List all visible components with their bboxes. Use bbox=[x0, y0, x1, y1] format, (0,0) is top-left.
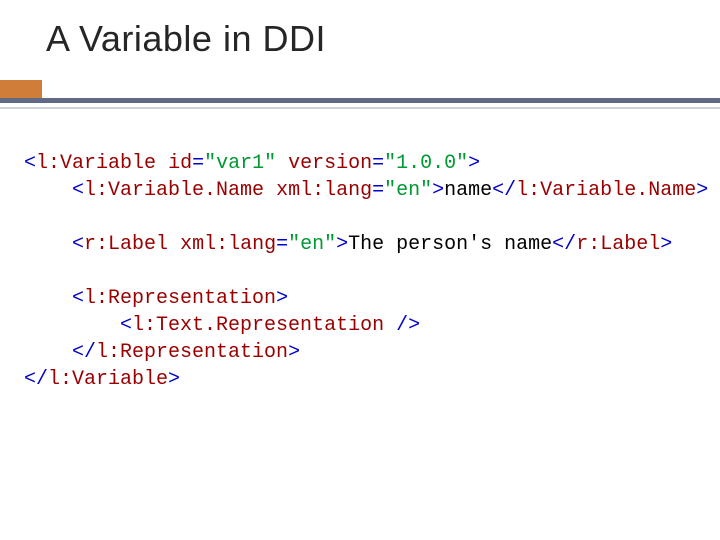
code-line-4: <l:Representation> bbox=[24, 287, 288, 310]
page-title: A Variable in DDI bbox=[46, 18, 326, 60]
rule-thin bbox=[0, 107, 720, 109]
code-line-1: <l:Variable id="var1" version="1.0.0"> bbox=[24, 152, 480, 175]
accent-tab bbox=[0, 80, 42, 98]
code-block: <l:Variable id="var1" version="1.0.0"> <… bbox=[24, 150, 696, 393]
title-rule bbox=[0, 80, 720, 109]
code-line-7: </l:Variable> bbox=[24, 368, 180, 391]
slide: A Variable in DDI <l:Variable id="var1" … bbox=[0, 0, 720, 540]
code-line-5: <l:Text.Representation /> bbox=[24, 314, 420, 337]
code-line-6: </l:Representation> bbox=[24, 341, 300, 364]
code-line-2: <l:Variable.Name xml:lang="en">name</l:V… bbox=[24, 179, 708, 202]
rule-thick bbox=[0, 98, 720, 103]
code-line-3: <r:Label xml:lang="en">The person's name… bbox=[24, 233, 672, 256]
